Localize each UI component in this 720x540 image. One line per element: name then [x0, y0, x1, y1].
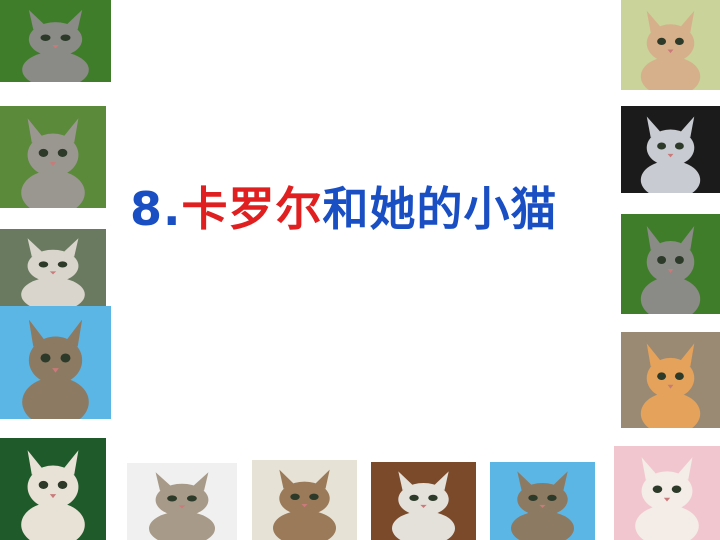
- kitten-photo-right-3: [621, 214, 720, 314]
- slide-title: 8.卡罗尔和她的小猫: [130, 186, 557, 232]
- kitten-photo-top-right: [621, 0, 720, 90]
- kitten-photo-bottom-right: [614, 446, 720, 540]
- kitten-photo-bottom-1: [127, 463, 237, 540]
- title-rest: 和她的小猫: [322, 182, 558, 236]
- kitten-photo-bottom-left: [0, 438, 106, 540]
- kitten-photo-left-3: [0, 229, 106, 306]
- kitten-photo-left-4: [0, 306, 111, 419]
- kitten-photo-bottom-2: [252, 460, 357, 540]
- kitten-photo-top-left: [0, 0, 111, 82]
- title-name: 卡罗尔: [181, 182, 323, 236]
- title-number: 8.: [130, 182, 182, 236]
- kitten-photo-bottom-3: [371, 462, 476, 540]
- kitten-photo-left-2: [0, 106, 106, 208]
- kitten-photo-right-2: [621, 106, 720, 193]
- kitten-photo-right-4: [621, 332, 720, 428]
- kitten-photo-bottom-4: [490, 462, 595, 540]
